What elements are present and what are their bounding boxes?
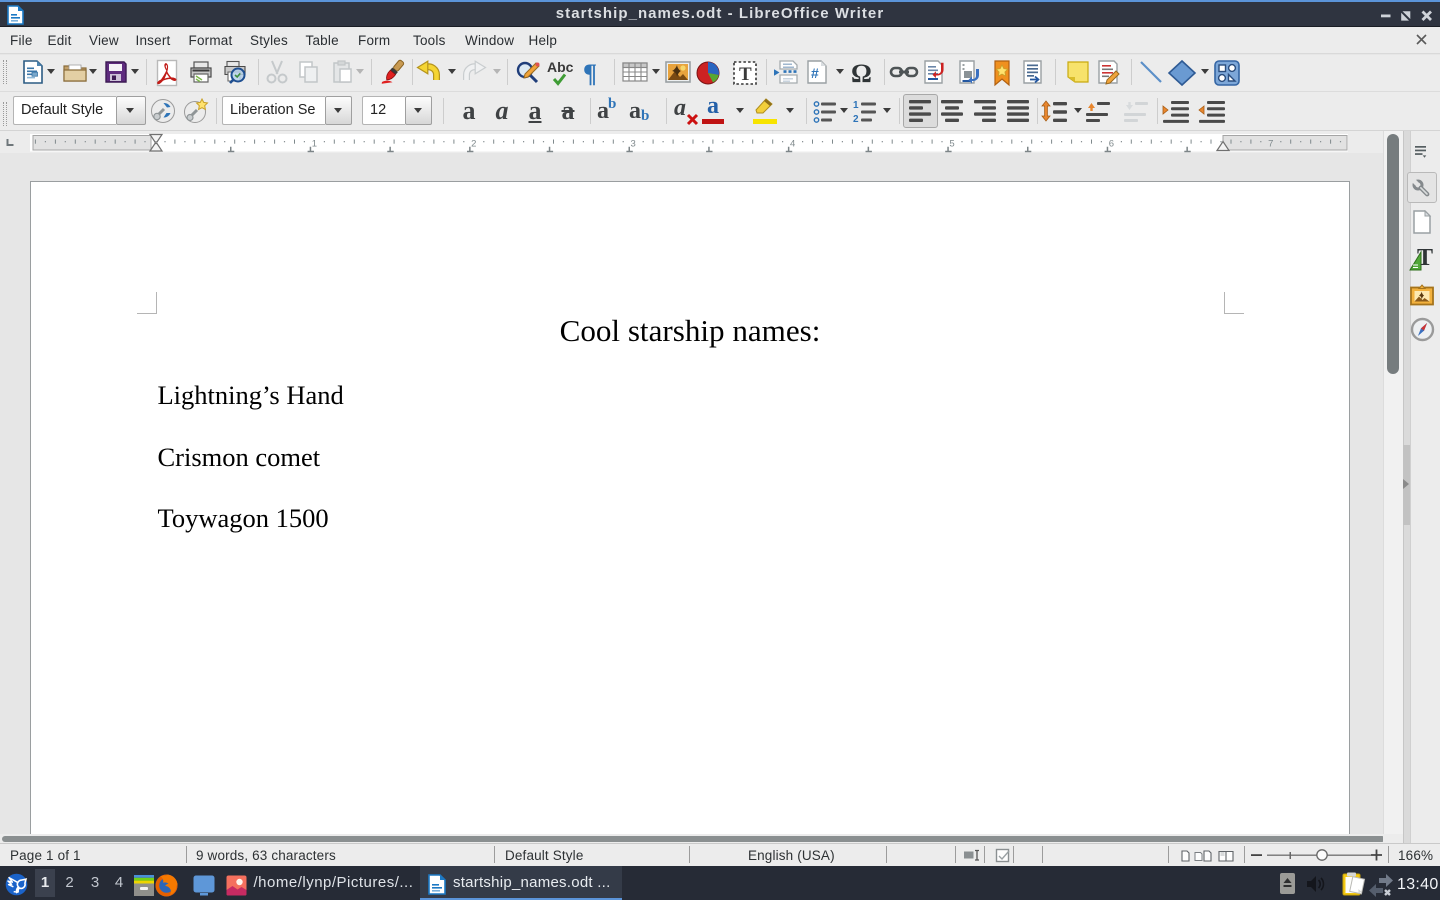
svg-text:#: #	[811, 65, 819, 81]
svg-text:1: 1	[853, 100, 859, 111]
svg-text:5: 5	[949, 139, 954, 150]
svg-text:7: 7	[1268, 139, 1273, 150]
svg-text:Abc: Abc	[547, 59, 574, 75]
svg-text:4: 4	[790, 139, 795, 150]
svg-text:1: 1	[312, 139, 317, 150]
svg-text:2: 2	[471, 139, 476, 150]
svg-text:3: 3	[631, 139, 636, 150]
svg-text:T: T	[739, 64, 752, 85]
svg-text:T: T	[1417, 245, 1433, 271]
svg-text:Ω: Ω	[851, 59, 872, 87]
svg-text:6: 6	[1109, 139, 1114, 150]
svg-text:¶: ¶	[583, 59, 597, 87]
svg-text:2: 2	[853, 114, 859, 123]
